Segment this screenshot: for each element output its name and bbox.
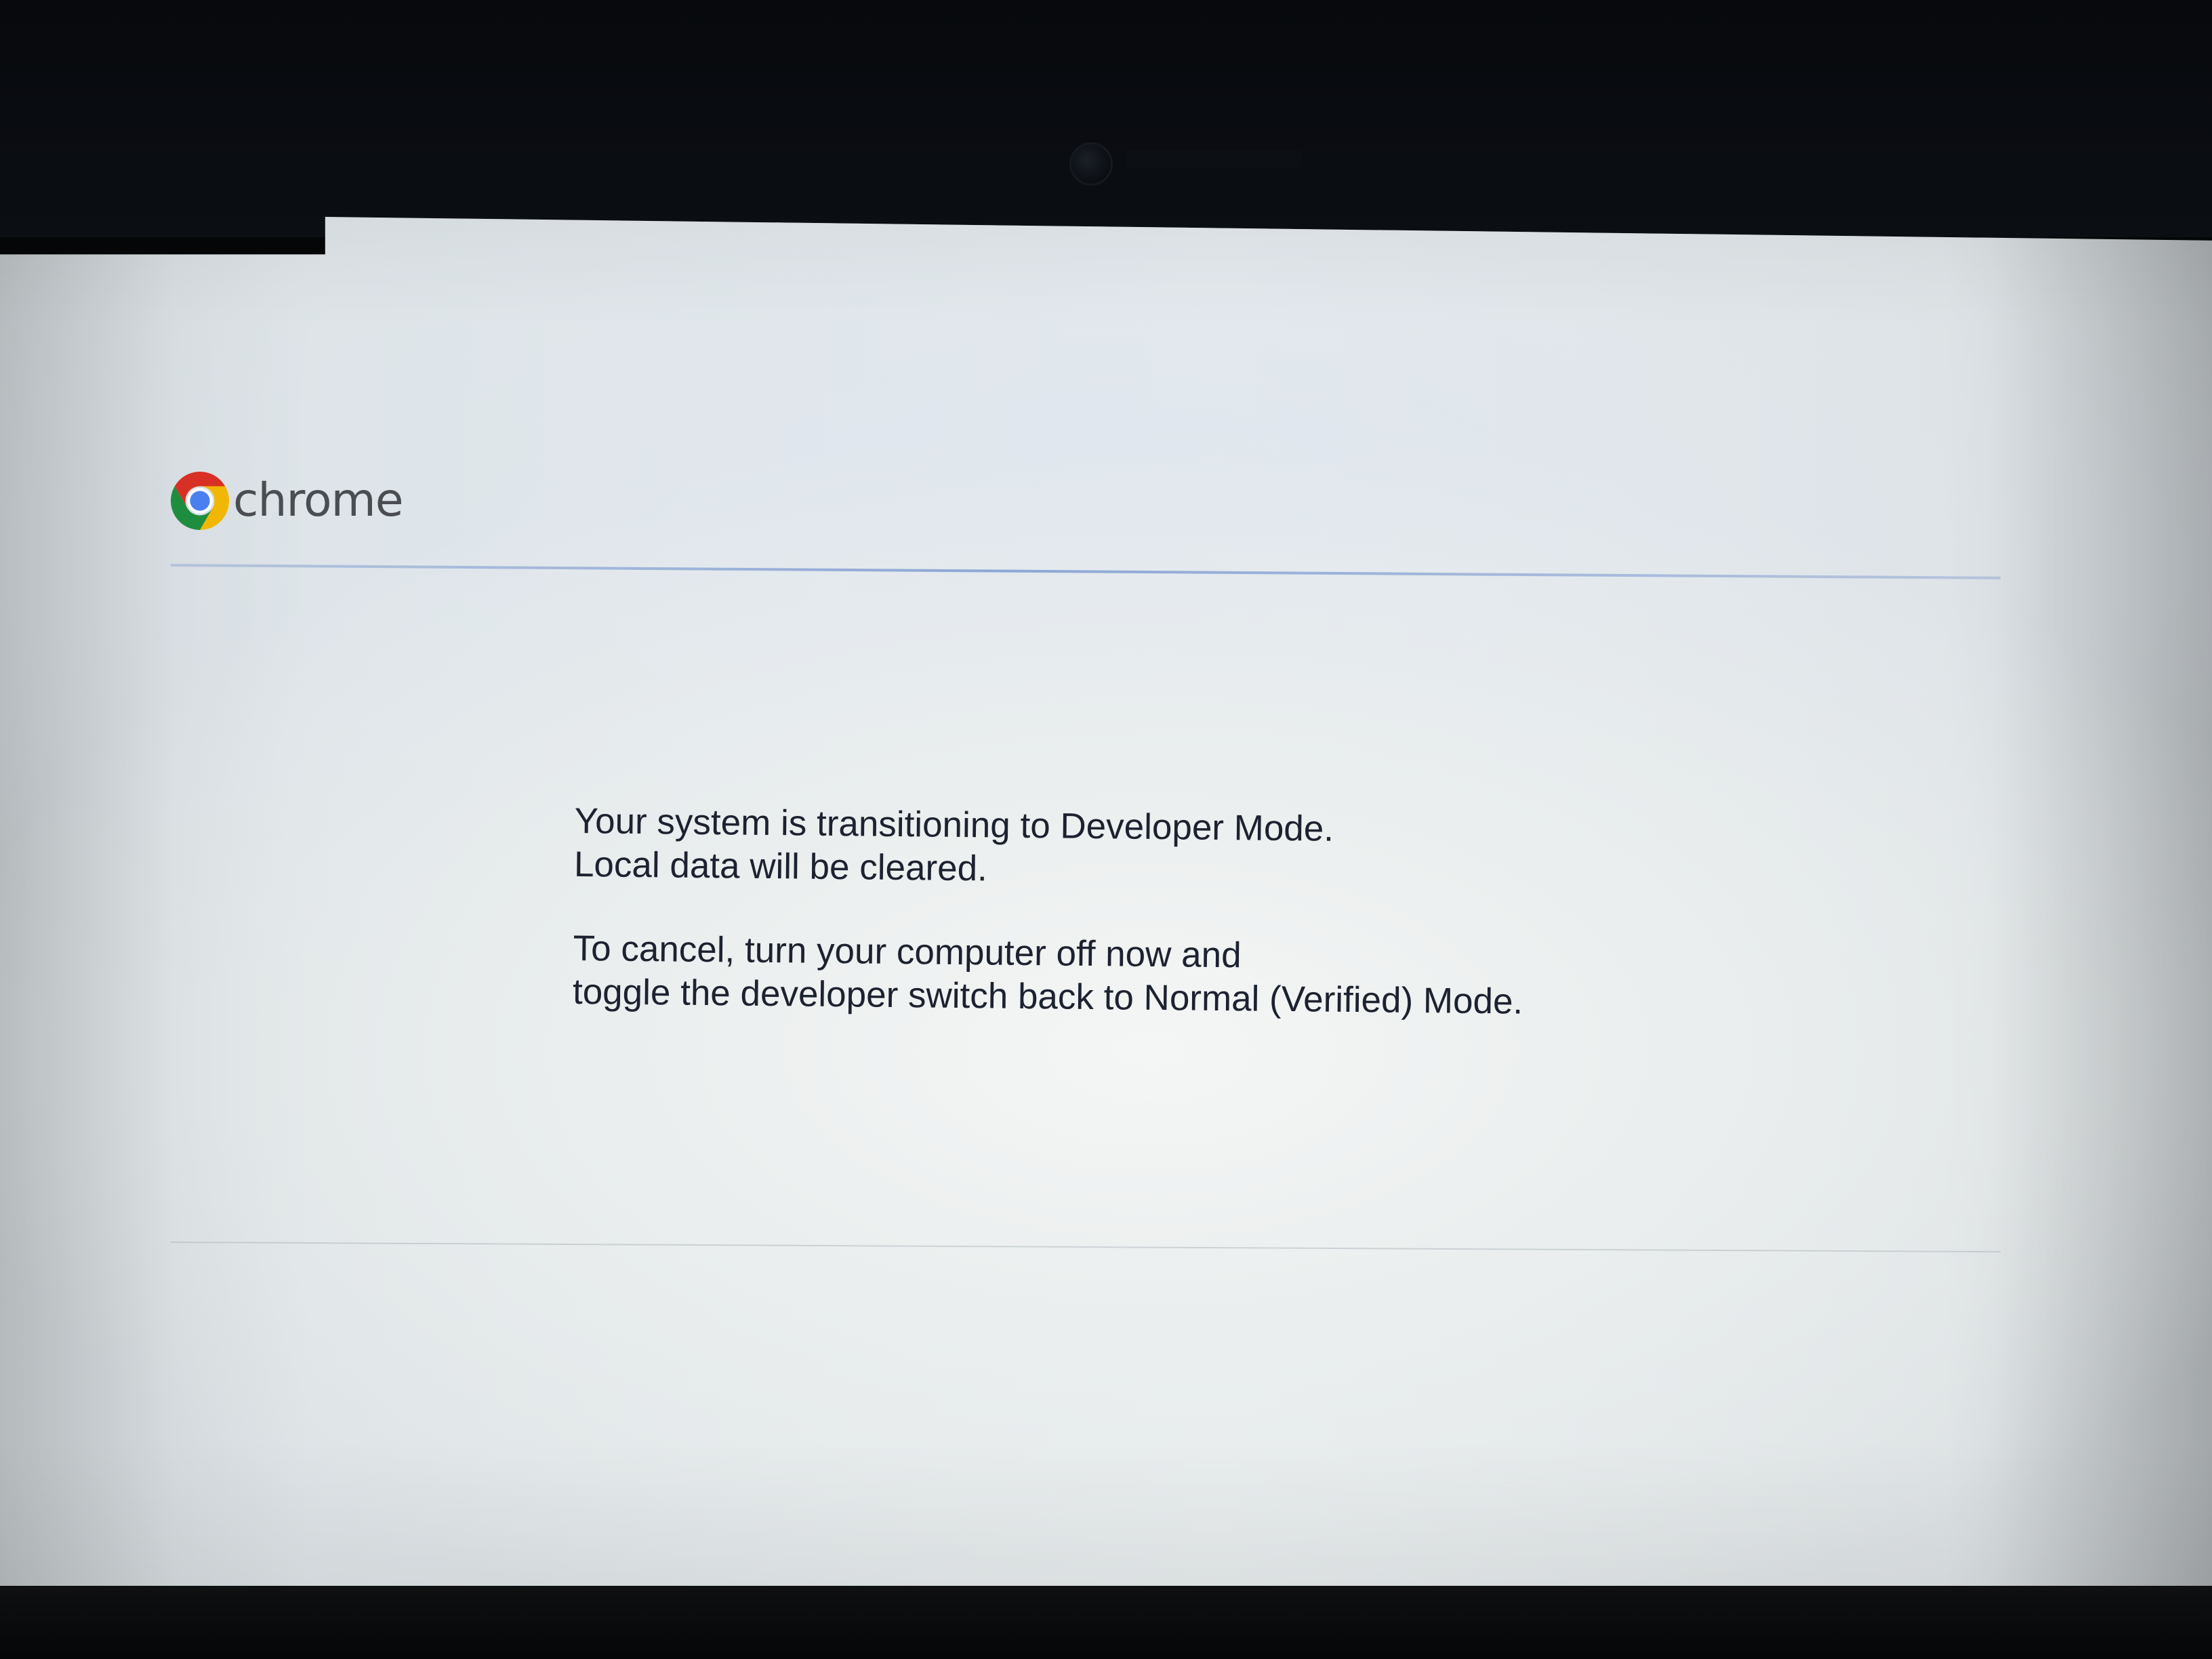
photo-frame: chrome Your system is transitioning to D… bbox=[0, 0, 2212, 1659]
chrome-logo-icon bbox=[171, 472, 229, 530]
chrome-brand: chrome bbox=[171, 472, 404, 530]
laptop-bezel-bottom bbox=[0, 1586, 2212, 1659]
brand-name: chrome bbox=[233, 474, 404, 527]
webcam-label bbox=[1125, 150, 1301, 168]
footer-divider bbox=[170, 1242, 2001, 1253]
developer-mode-message: Your system is transitioning to Develope… bbox=[573, 800, 1727, 1026]
chrome-logo-center bbox=[190, 491, 210, 511]
header-divider bbox=[170, 564, 2001, 579]
webcam-icon bbox=[1069, 142, 1113, 186]
developer-mode-screen: chrome Your system is transitioning to D… bbox=[0, 217, 2212, 1606]
laptop-bezel-top bbox=[0, 0, 2212, 237]
